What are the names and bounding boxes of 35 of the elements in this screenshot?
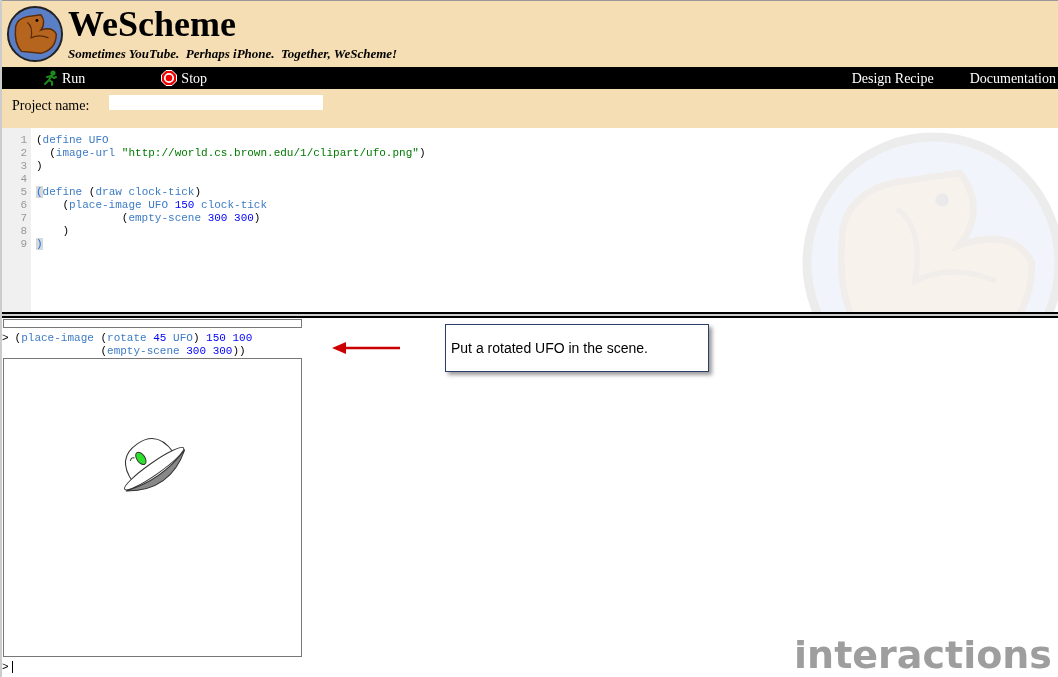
text-cursor[interactable] (11, 661, 13, 674)
project-name-field[interactable] (109, 95, 324, 110)
code-line: (define UFO (36, 134, 109, 146)
toolbar-link[interactable]: Documentation (969, 67, 1056, 89)
line-number: 7 (20, 212, 27, 224)
line-number: 6 (20, 199, 27, 211)
toolbar-link[interactable]: Design Recipe (851, 67, 934, 89)
project-name-label: Project name: (12, 97, 90, 115)
line-number: 9 (20, 238, 27, 250)
line-number: 5 (20, 186, 27, 198)
code-line: ) (61, 225, 69, 237)
line-number: 1 (20, 134, 27, 146)
arrow-icon (332, 341, 402, 355)
logo-icon (6, 5, 64, 63)
code-line: ) (36, 160, 43, 172)
interaction-expression: (empty-scene 300 300)) (99, 345, 246, 357)
run-button[interactable]: Run (42, 67, 86, 89)
code-line: (place-image UFO 150 clock-tick (61, 199, 268, 211)
line-number: 4 (20, 173, 27, 185)
tagline: Sometimes YouTube. Perhaps iPhone. Together, WeScheme! (68, 45, 398, 64)
callout-text: Put a rotated UFO in the scene. (451, 338, 648, 358)
line-number: 8 (20, 225, 27, 237)
interaction-expression: (place-image (rotate 45 UFO) 150 100 (14, 332, 253, 344)
running-figure-icon (42, 70, 58, 86)
line-number: 2 (20, 147, 27, 159)
input-prompt: > (2, 660, 9, 675)
stop-button[interactable]: Stop (161, 67, 208, 89)
code-line: (empty-scene 300 300) (120, 212, 261, 224)
line-number: 3 (20, 160, 27, 172)
code-line: (define (draw clock-tick) (36, 186, 202, 198)
code-line: (image-url "http://world.cs.brown.edu/1/clipart/ufo.png") (48, 147, 426, 159)
stop-sign-icon (161, 70, 178, 86)
app-title: WeScheme (68, 4, 237, 45)
prompt-symbol: > (2, 332, 9, 346)
interactions-label: interactions (794, 635, 1052, 675)
